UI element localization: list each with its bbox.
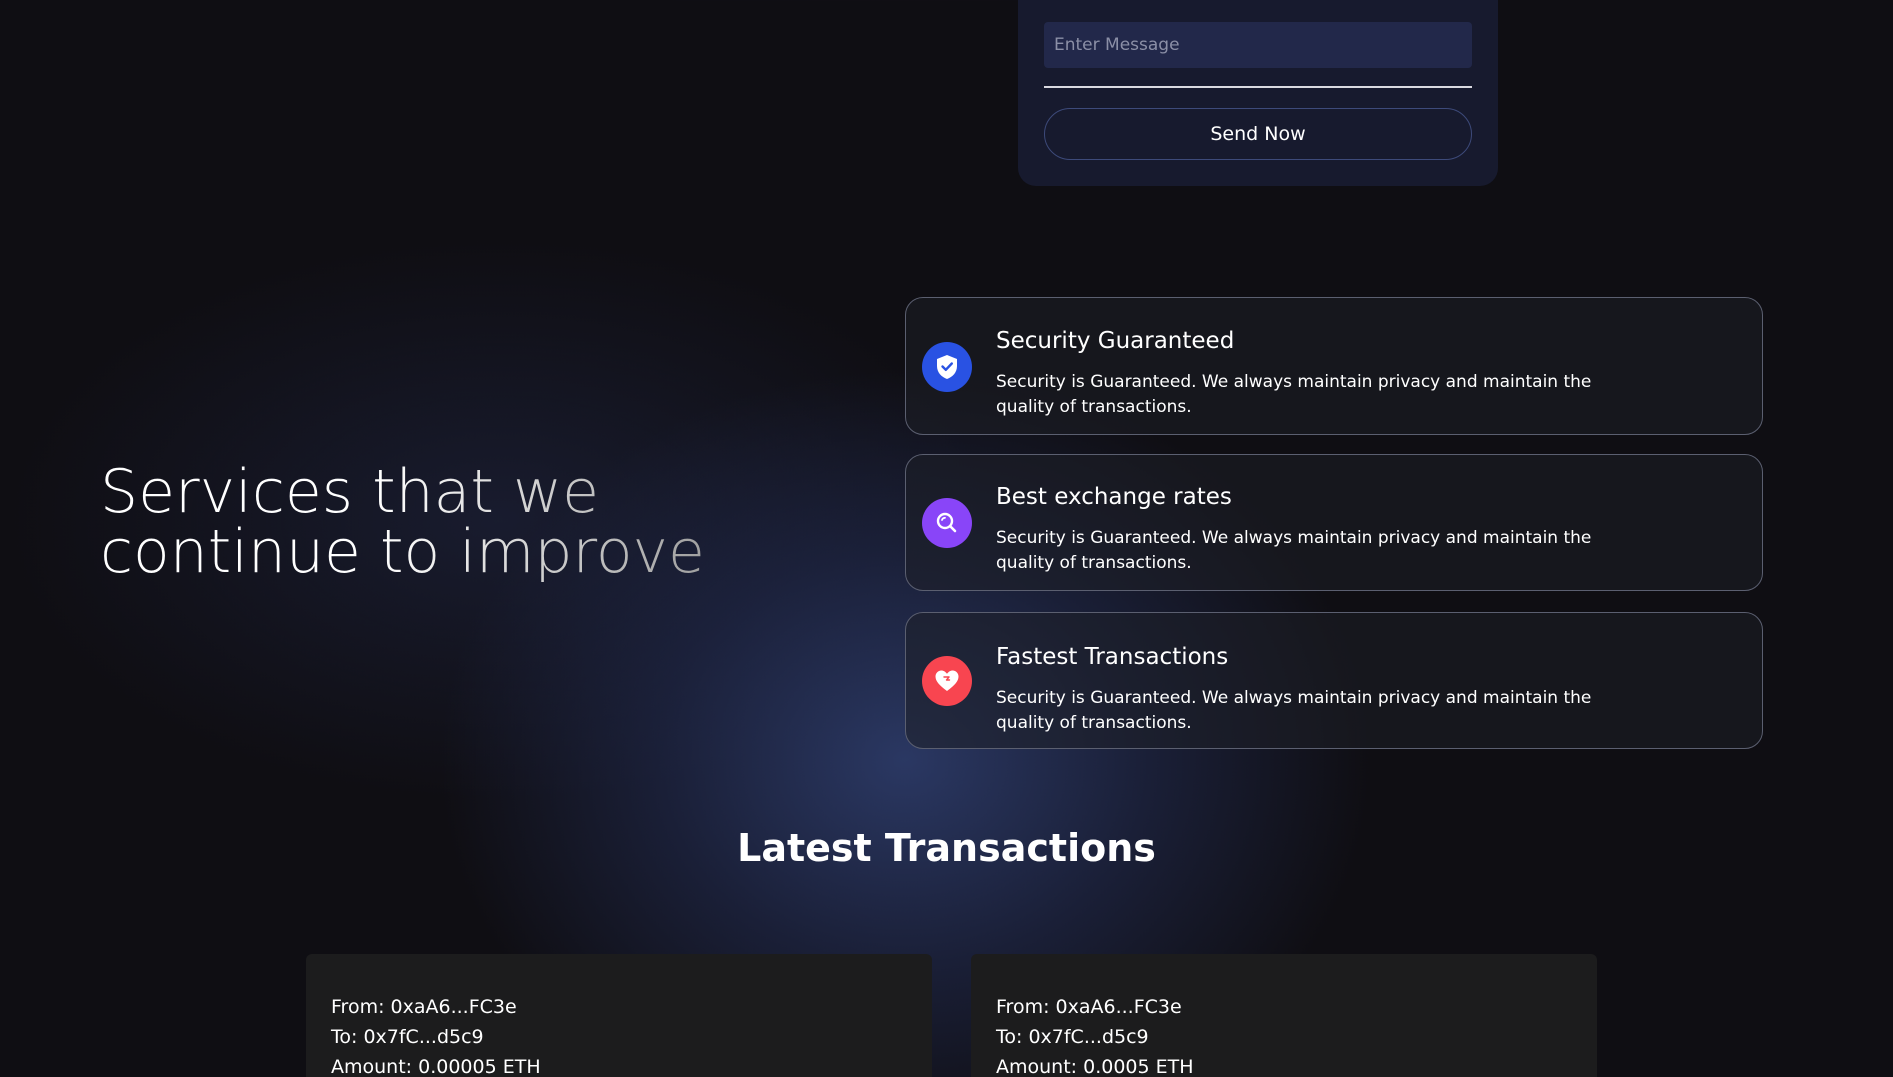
service-title: Fastest Transactions	[996, 644, 1229, 670]
form-divider	[1044, 86, 1472, 88]
contact-form-card: Send Now	[1018, 0, 1498, 186]
transaction-amount: Amount: 0.0005 ETH	[996, 1056, 1194, 1077]
service-card-fastest-transactions: Fastest Transactions Security is Guarant…	[905, 612, 1763, 749]
service-card-security: Security Guaranteed Security is Guarante…	[905, 297, 1763, 435]
transaction-card[interactable]: From: 0xaA6...FC3e To: 0x7fC...d5c9 Amou…	[971, 954, 1597, 1077]
transaction-to[interactable]: To: 0x7fC...d5c9	[331, 1026, 484, 1048]
send-now-button[interactable]: Send Now	[1044, 108, 1472, 160]
heart-icon	[922, 656, 972, 706]
shield-check-icon	[922, 342, 972, 392]
transaction-card[interactable]: From: 0xaA6...FC3e To: 0x7fC...d5c9 Amou…	[306, 954, 932, 1077]
message-input[interactable]	[1044, 22, 1472, 68]
service-description: Security is Guaranteed. We always mainta…	[996, 528, 1592, 573]
service-description: Security is Guaranteed. We always mainta…	[996, 372, 1592, 417]
transaction-to[interactable]: To: 0x7fC...d5c9	[996, 1026, 1149, 1048]
transaction-from[interactable]: From: 0xaA6...FC3e	[331, 996, 517, 1018]
service-card-exchange-rates: Best exchange rates Security is Guarante…	[905, 454, 1763, 591]
service-title: Best exchange rates	[996, 484, 1232, 510]
transaction-amount: Amount: 0.00005 ETH	[331, 1056, 541, 1077]
latest-transactions-title: Latest Transactions	[737, 826, 1156, 870]
service-title: Security Guaranteed	[996, 328, 1235, 354]
services-heading-line1: Services that we	[100, 457, 599, 527]
services-heading-line2: continue to improve	[100, 517, 705, 587]
search-icon	[922, 498, 972, 548]
service-description: Security is Guaranteed. We always mainta…	[996, 688, 1592, 733]
transaction-from[interactable]: From: 0xaA6...FC3e	[996, 996, 1182, 1018]
services-heading: Services that we continue to improve	[100, 462, 720, 582]
